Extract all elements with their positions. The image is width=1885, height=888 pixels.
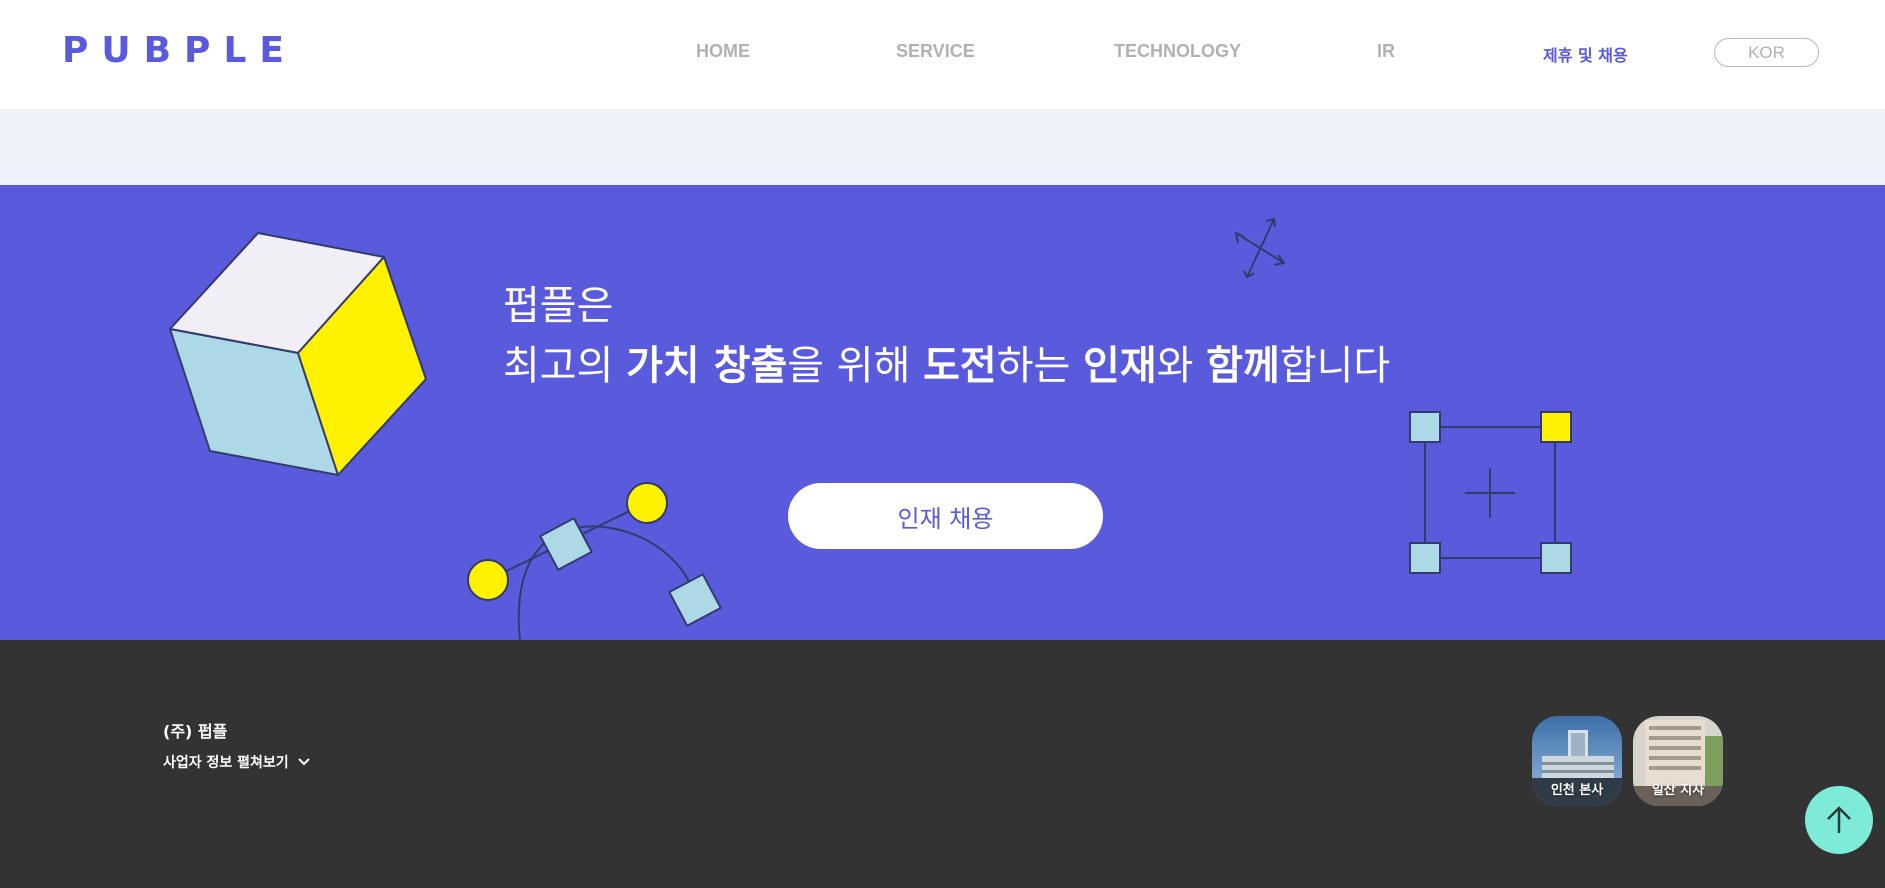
- headline-text: 하는: [996, 343, 1084, 389]
- headline-text: 와: [1156, 343, 1207, 389]
- headline-text: 최고의: [503, 343, 627, 389]
- headline-line-2: 최고의 가치 창출을 위해 도전하는 인재와 함께합니다: [503, 340, 1390, 392]
- headline-text: 합니다: [1279, 343, 1391, 389]
- business-info-label: 사업자 정보 펼쳐보기: [163, 755, 289, 771]
- business-info-toggle[interactable]: 사업자 정보 펼쳐보기: [163, 752, 311, 772]
- site-ilsan-branch[interactable]: 일산 지사: [1633, 716, 1723, 806]
- headline-emphasis: 가치 창출: [626, 343, 788, 389]
- site-footer: (주) 펍플 사업자 정보 펼쳐보기 인천 본사 일산 지사: [0, 640, 1885, 888]
- recruit-button[interactable]: 인재 채용: [788, 483, 1103, 549]
- site-label: 일산 지사: [1651, 783, 1705, 798]
- site-header: PUBPLE HOME SERVICE TECHNOLOGY IR 제휴 및 채…: [0, 0, 1885, 109]
- arc-nodes-illustration: [467, 482, 723, 640]
- cube-illustration: [169, 232, 427, 476]
- transform-box-illustration: [1409, 411, 1572, 574]
- scroll-top-button[interactable]: [1805, 786, 1873, 854]
- headline-text: 을 위해: [787, 343, 924, 389]
- hero-decoration: [169, 217, 1572, 640]
- headline-emphasis: 인재: [1083, 343, 1157, 389]
- nav-technology[interactable]: TECHNOLOGY: [1114, 41, 1241, 62]
- sub-banner: [0, 109, 1885, 185]
- recruit-hero: 펍플은 최고의 가치 창출을 위해 도전하는 인재와 함께합니다 인재 채용: [0, 185, 1885, 640]
- arrow-up-icon: [1827, 806, 1851, 833]
- logo[interactable]: PUBPLE: [62, 30, 297, 71]
- site-label: 인천 본사: [1550, 783, 1604, 798]
- nav-service[interactable]: SERVICE: [896, 41, 975, 62]
- headline-emphasis: 함께: [1206, 343, 1280, 389]
- company-name: (주) 펍플: [163, 722, 228, 741]
- language-button[interactable]: KOR: [1714, 38, 1819, 67]
- nav-partnership-recruit[interactable]: 제휴 및 채용: [1543, 42, 1628, 66]
- hero-headline: 펍플은 최고의 가치 창출을 위해 도전하는 인재와 함께합니다: [503, 280, 1390, 392]
- headline-emphasis: 도전: [923, 343, 997, 389]
- nav-home[interactable]: HOME: [696, 41, 750, 62]
- site-incheon-hq[interactable]: 인천 본사: [1532, 716, 1622, 806]
- nav-ir[interactable]: IR: [1377, 41, 1395, 62]
- headline-line-1: 펍플은: [503, 283, 614, 329]
- move-arrows-icon: [1234, 217, 1286, 279]
- chevron-down-icon: [297, 758, 310, 766]
